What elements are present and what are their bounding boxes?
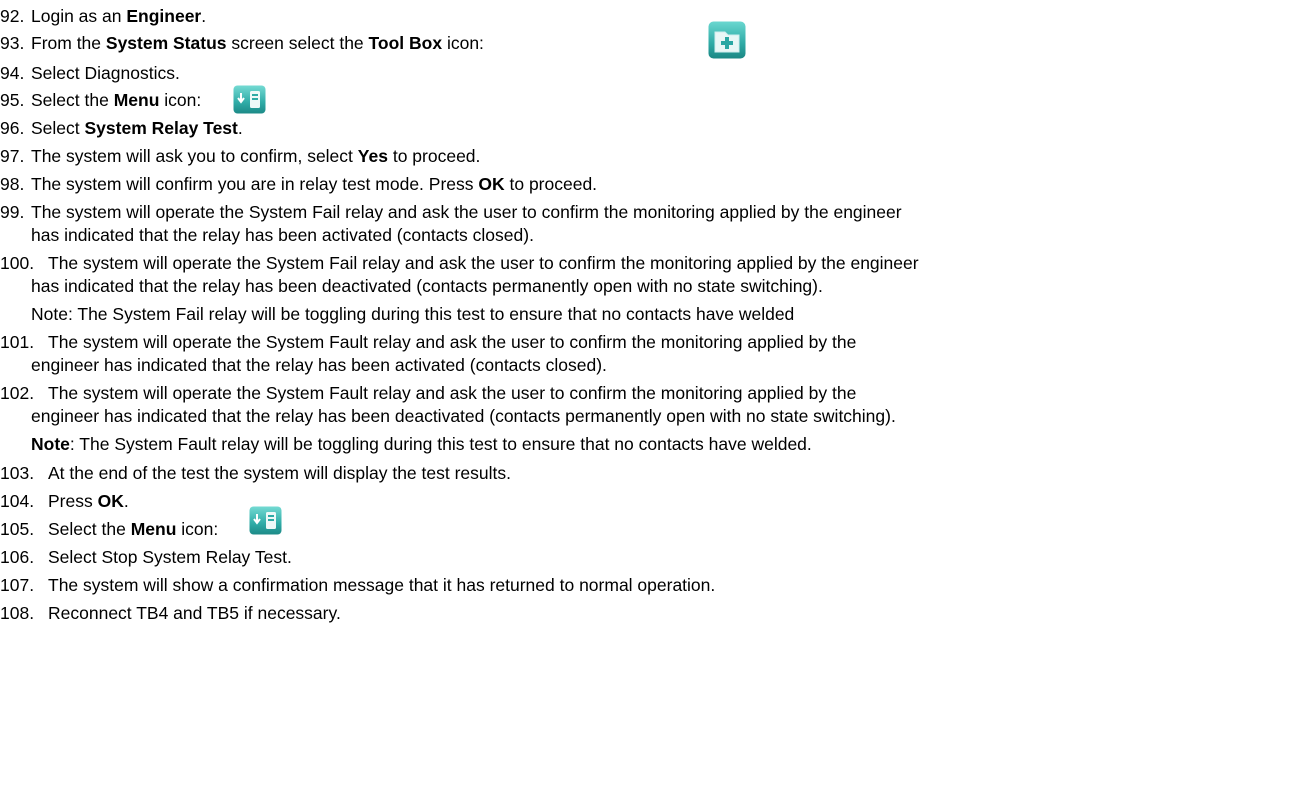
step-text: The system will operate the System Fault…	[48, 332, 857, 352]
step-text: The system will ask you to confirm, sele…	[31, 146, 358, 166]
step-106: 106. Select Stop System Relay Test.	[0, 546, 292, 568]
step-text: The system will operate the System Fail …	[48, 253, 919, 273]
step-107: 107. The system will show a confirmation …	[0, 574, 715, 596]
step-text: icon:	[159, 90, 202, 110]
step-bold: OK	[97, 491, 124, 511]
step-text: icon:	[442, 33, 484, 53]
step-number: 95.	[0, 90, 25, 110]
step-105: 105. Select the Menu icon:	[0, 518, 218, 540]
step-99: 99. The system will operate the System Fa…	[0, 201, 902, 223]
step-93: 93. From the System Status screen select …	[0, 32, 484, 54]
step-100-note: Note: The System Fail relay will be togg…	[31, 304, 795, 324]
step-101: 101. The system will operate the System F…	[0, 331, 856, 353]
instruction-document: 92. Login as an Engineer. 93. From the Sys…	[0, 0, 1297, 785]
note-text: : The System Fault relay will be togglin…	[69, 434, 812, 454]
step-text: .	[123, 491, 129, 511]
step-text: Select Stop System Relay Test.	[48, 547, 292, 567]
step-number: 108.	[0, 603, 35, 623]
step-number: 100.	[0, 253, 35, 273]
step-102: 102. The system will operate the System F…	[0, 382, 856, 404]
step-text: The system will operate the System Fail …	[31, 202, 902, 222]
step-text: screen select the	[226, 33, 369, 53]
step-number: 97.	[0, 146, 25, 166]
step-text: to proceed.	[504, 174, 598, 194]
step-number: 98.	[0, 174, 25, 194]
step-96: 96. Select System Relay Test.	[0, 117, 243, 139]
step-94: 94. Select Diagnostics.	[0, 62, 180, 84]
step-99-continuation: has indicated that the relay has been ac…	[31, 225, 534, 245]
step-102-note: Note: The System Fault relay will be tog…	[31, 433, 812, 455]
step-95: 95. Select the Menu icon:	[0, 89, 201, 111]
step-bold: Yes	[357, 146, 388, 166]
step-number: 104.	[0, 491, 35, 511]
step-number: 102.	[0, 383, 35, 403]
step-number: 105.	[0, 519, 35, 539]
step-number: 101.	[0, 332, 35, 352]
step-text: Select Diagnostics.	[31, 63, 180, 83]
step-100: 100. The system will operate the System F…	[0, 252, 919, 274]
step-98: 98. The system will confirm you are in re…	[0, 173, 597, 195]
step-text: Press	[48, 491, 98, 511]
step-bold: System Status	[105, 33, 227, 53]
step-103: 103. At the end of the test the system wi…	[0, 462, 511, 484]
step-number: 96.	[0, 118, 25, 138]
step-text: icon:	[176, 519, 219, 539]
step-text: From the	[31, 33, 106, 53]
step-108: 108. Reconnect TB4 and TB5 if necessary.	[0, 602, 341, 624]
step-text: Select the	[31, 90, 114, 110]
step-text: Login as an	[31, 6, 127, 26]
step-text: The system will confirm you are in relay…	[31, 174, 479, 194]
menu-icon	[233, 85, 266, 119]
step-bold: Menu	[113, 90, 160, 110]
step-number: 99.	[0, 202, 25, 222]
step-bold: Tool Box	[368, 33, 443, 53]
step-text: The system will show a confirmation mess…	[48, 575, 716, 595]
toolbox-icon	[708, 21, 746, 64]
step-number: 107.	[0, 575, 35, 595]
step-92: 92. Login as an Engineer.	[0, 5, 206, 27]
step-text: to proceed.	[387, 146, 481, 166]
step-number: 93.	[0, 33, 25, 53]
step-text: Reconnect TB4 and TB5 if necessary.	[48, 603, 341, 623]
step-104: 104. Press OK.	[0, 490, 129, 512]
step-text: .	[201, 6, 207, 26]
step-text: Select the	[48, 519, 131, 539]
step-bold: System Relay Test	[84, 118, 238, 138]
step-97: 97. The system will ask you to confirm, s…	[0, 145, 480, 167]
step-number: 106.	[0, 547, 35, 567]
step-number: 92.	[0, 6, 25, 26]
step-text: The system will operate the System Fault…	[48, 383, 857, 403]
menu-icon	[249, 506, 282, 540]
step-bold: OK	[478, 174, 505, 194]
step-100-continuation: has indicated that the relay has been de…	[31, 276, 823, 296]
step-101-continuation: engineer has indicated that the relay ha…	[31, 355, 607, 375]
note-label: Note	[31, 434, 70, 454]
step-number: 103.	[0, 463, 35, 483]
step-bold: Menu	[130, 519, 177, 539]
step-102-continuation: engineer has indicated that the relay ha…	[31, 406, 896, 426]
step-text: .	[237, 118, 243, 138]
step-text: Select	[31, 118, 85, 138]
step-bold: Engineer	[126, 6, 202, 26]
step-text: At the end of the test the system will d…	[48, 463, 511, 483]
step-number: 94.	[0, 63, 25, 83]
